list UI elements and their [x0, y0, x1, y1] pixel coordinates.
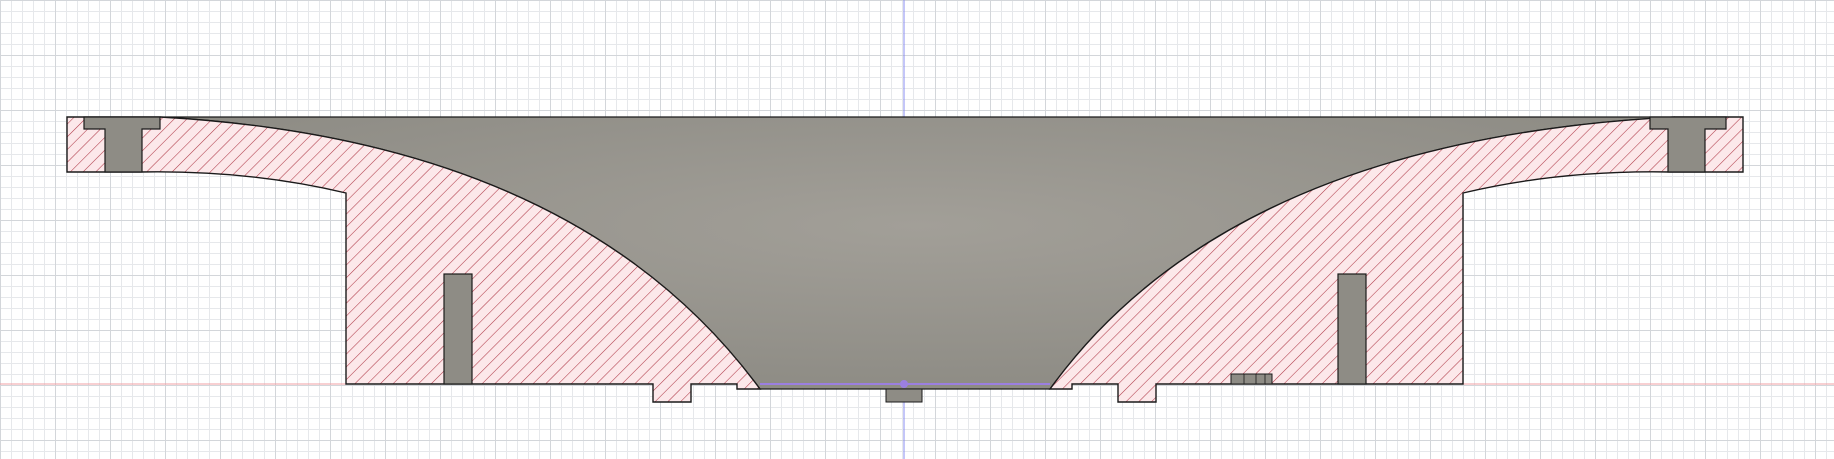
bottom-boss[interactable]: [885, 388, 923, 403]
canvas-viewport[interactable]: [0, 0, 1834, 459]
right-insert[interactable]: [1230, 373, 1273, 385]
right-blind-hole[interactable]: [1337, 273, 1367, 385]
section-view-svg[interactable]: [0, 0, 1834, 459]
selected-point[interactable]: [900, 380, 908, 388]
left-blind-hole[interactable]: [443, 273, 473, 385]
